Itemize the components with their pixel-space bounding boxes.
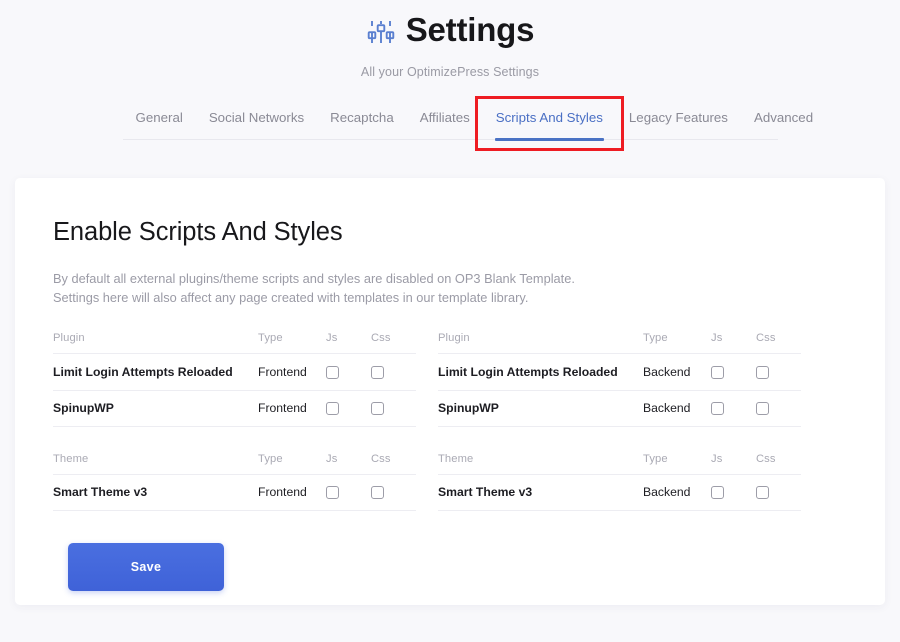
col-theme: Theme — [438, 452, 643, 475]
table-row: Smart Theme v3 Backend — [438, 474, 801, 512]
theme-table-backend: Theme Type Js Css Smart Theme v3 Backend — [438, 452, 801, 512]
plugin-name: SpinupWP — [438, 390, 643, 427]
col-css: Css — [756, 332, 801, 355]
theme-type: Backend — [643, 474, 711, 512]
col-css: Css — [371, 332, 416, 355]
col-theme: Theme — [53, 452, 258, 475]
tab-scripts-and-styles-wrapper: Scripts And Styles — [474, 96, 624, 152]
js-checkbox[interactable] — [326, 401, 339, 415]
tab-recaptcha[interactable]: Recaptcha — [317, 104, 407, 139]
js-cell — [711, 353, 756, 391]
js-checkbox[interactable] — [711, 486, 724, 500]
frontend-column: Plugin Type Js Css Limit Login Attempts … — [53, 332, 416, 512]
col-plugin: Plugin — [53, 332, 258, 355]
plugin-type: Frontend — [258, 390, 326, 427]
css-checkbox[interactable] — [756, 486, 769, 500]
col-js: Js — [711, 332, 756, 355]
description-line-2: Settings here will also affect any page … — [53, 290, 529, 306]
css-checkbox[interactable] — [371, 401, 384, 415]
css-cell — [371, 474, 416, 512]
tab-advanced[interactable]: Advanced — [741, 104, 826, 139]
tab-scripts-and-styles[interactable]: Scripts And Styles — [483, 104, 616, 142]
section-description: By default all external plugins/theme sc… — [53, 269, 845, 307]
table-row: Limit Login Attempts Reloaded Backend — [438, 353, 801, 391]
col-css: Css — [756, 452, 801, 475]
table-header-row: Theme Type Js Css — [438, 452, 801, 475]
page-header: Settings All your OptimizePress Settings — [0, 0, 900, 79]
js-cell — [711, 390, 756, 427]
col-type: Type — [643, 452, 711, 475]
save-button[interactable]: Save — [68, 543, 224, 592]
css-cell — [756, 390, 801, 427]
tables-grid: Plugin Type Js Css Limit Login Attempts … — [53, 332, 845, 512]
theme-table-frontend: Theme Type Js Css Smart Theme v3 Fronten… — [53, 452, 416, 512]
plugin-table-frontend: Plugin Type Js Css Limit Login Attempts … — [53, 332, 416, 427]
plugin-name: Limit Login Attempts Reloaded — [53, 353, 258, 391]
plugin-type: Frontend — [258, 353, 326, 391]
tabs-container: General Social Networks Recaptcha Affili… — [0, 96, 900, 152]
col-plugin: Plugin — [438, 332, 643, 355]
backend-column: Plugin Type Js Css Limit Login Attempts … — [438, 332, 801, 512]
settings-card: Enable Scripts And Styles By default all… — [15, 178, 885, 605]
js-cell — [326, 390, 371, 427]
js-cell — [711, 474, 756, 512]
css-cell — [371, 390, 416, 427]
css-cell — [756, 353, 801, 391]
js-checkbox[interactable] — [326, 365, 339, 379]
card-content: Enable Scripts And Styles By default all… — [15, 178, 885, 592]
settings-tabs: General Social Networks Recaptcha Affili… — [122, 96, 813, 152]
css-checkbox[interactable] — [371, 365, 384, 379]
css-checkbox[interactable] — [756, 365, 769, 379]
plugin-name: Limit Login Attempts Reloaded — [438, 353, 643, 391]
css-checkbox[interactable] — [371, 486, 384, 500]
plugin-type: Backend — [643, 390, 711, 427]
js-checkbox[interactable] — [326, 486, 339, 500]
settings-page: Settings All your OptimizePress Settings… — [0, 0, 900, 642]
tab-legacy-features[interactable]: Legacy Features — [616, 104, 741, 139]
table-header-row: Theme Type Js Css — [53, 452, 416, 475]
col-js: Js — [711, 452, 756, 475]
theme-name: Smart Theme v3 — [53, 474, 258, 512]
table-row: SpinupWP Frontend — [53, 390, 416, 427]
js-checkbox[interactable] — [711, 365, 724, 379]
table-row: SpinupWP Backend — [438, 390, 801, 427]
js-cell — [326, 353, 371, 391]
theme-name: Smart Theme v3 — [438, 474, 643, 512]
col-js: Js — [326, 452, 371, 475]
sliders-icon — [366, 17, 396, 47]
col-type: Type — [258, 452, 326, 475]
col-css: Css — [371, 452, 416, 475]
table-header-row: Plugin Type Js Css — [53, 332, 416, 355]
js-cell — [326, 474, 371, 512]
plugin-type: Backend — [643, 353, 711, 391]
tab-affiliates[interactable]: Affiliates — [407, 104, 483, 139]
page-title: Settings — [405, 11, 535, 48]
css-checkbox[interactable] — [756, 401, 769, 415]
section-title: Enable Scripts And Styles — [53, 218, 343, 246]
js-checkbox[interactable] — [711, 401, 724, 415]
tab-social-networks[interactable]: Social Networks — [196, 104, 317, 139]
col-type: Type — [258, 332, 326, 355]
col-type: Type — [643, 332, 711, 355]
plugin-name: SpinupWP — [53, 390, 258, 427]
title-row: Settings — [0, 11, 900, 48]
tab-general[interactable]: General — [123, 104, 196, 139]
table-row: Limit Login Attempts Reloaded Frontend — [53, 353, 416, 391]
plugin-table-backend: Plugin Type Js Css Limit Login Attempts … — [438, 332, 801, 427]
col-js: Js — [326, 332, 371, 355]
description-line-1: By default all external plugins/theme sc… — [53, 271, 575, 286]
table-header-row: Plugin Type Js Css — [438, 332, 801, 355]
css-cell — [756, 474, 801, 512]
theme-type: Frontend — [258, 474, 326, 512]
table-row: Smart Theme v3 Frontend — [53, 474, 416, 512]
page-subtitle: All your OptimizePress Settings — [360, 65, 540, 80]
css-cell — [371, 353, 416, 391]
